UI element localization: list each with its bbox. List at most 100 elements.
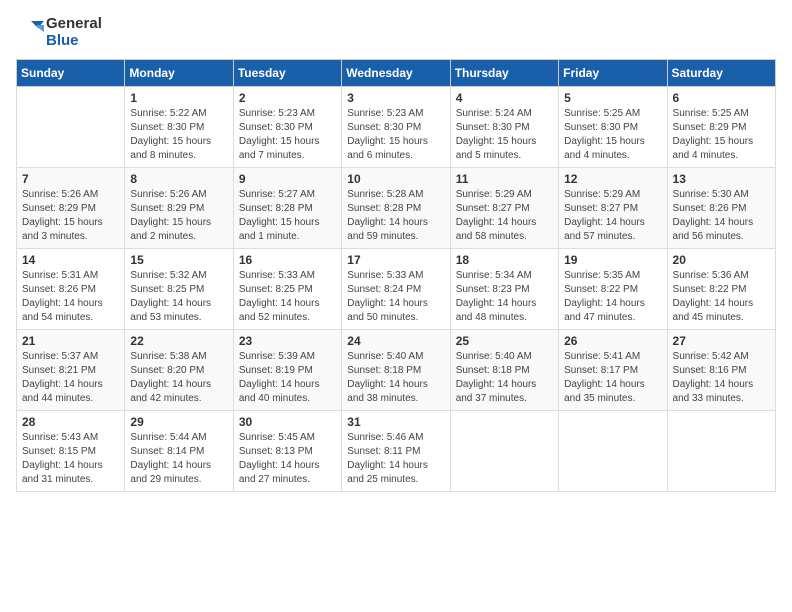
header-day-wednesday: Wednesday [342, 60, 450, 87]
day-info: Sunrise: 5:30 AM Sunset: 8:26 PM Dayligh… [673, 188, 770, 244]
calendar-cell: 18Sunrise: 5:34 AM Sunset: 8:23 PM Dayli… [450, 249, 558, 330]
day-info: Sunrise: 5:23 AM Sunset: 8:30 PM Dayligh… [347, 107, 444, 163]
day-info: Sunrise: 5:44 AM Sunset: 8:14 PM Dayligh… [130, 431, 227, 487]
day-number: 18 [456, 253, 553, 267]
logo-text-block: GeneralBlue [46, 16, 102, 49]
calendar-cell: 15 Sunrise: 5:32 AM Sunset: 8:25 PM Dayli… [125, 249, 233, 330]
day-info: Sunrise: 5:40 AM Sunset: 8:18 PM Dayligh… [347, 350, 444, 406]
calendar-cell: 3 Sunrise: 5:23 AM Sunset: 8:30 PM Daylig… [342, 87, 450, 168]
day-info: Sunrise: 5:39 AM Sunset: 8:19 PM Dayligh… [239, 350, 336, 406]
day-info: Sunrise: 5:38 AM Sunset: 8:20 PM Dayligh… [130, 350, 227, 406]
day-info: Sunrise: 5:40 AM Sunset: 8:18 PM Dayligh… [456, 350, 553, 406]
day-info: Sunrise: 5:28 AM Sunset: 8:28 PM Dayligh… [347, 188, 444, 244]
calendar-body: 1 Sunrise: 5:22 AM Sunset: 8:30 PM Daylig… [17, 87, 776, 492]
header-day-tuesday: Tuesday [233, 60, 341, 87]
day-number: 31 [347, 415, 444, 429]
day-number: 19 [564, 253, 661, 267]
day-number: 7 [22, 172, 119, 186]
calendar-cell: 24 Sunrise: 5:40 AM Sunset: 8:18 PM Dayli… [342, 330, 450, 411]
calendar-cell: 22 Sunrise: 5:38 AM Sunset: 8:20 PM Dayli… [125, 330, 233, 411]
day-info: Sunrise: 5:31 AM Sunset: 8:26 PM Dayligh… [22, 269, 119, 325]
calendar-cell: 31 Sunrise: 5:46 AM Sunset: 8:11 PM Dayli… [342, 411, 450, 492]
calendar-cell: 7 Sunrise: 5:26 AM Sunset: 8:29 PM Daylig… [17, 168, 125, 249]
calendar-table: SundayMondayTuesdayWednesdayThursdayFrid… [16, 59, 776, 492]
day-number: 8 [130, 172, 227, 186]
day-number: 23 [239, 334, 336, 348]
logo: GeneralBlue [16, 16, 102, 49]
day-number: 21 [22, 334, 119, 348]
day-info: Sunrise: 5:45 AM Sunset: 8:13 PM Dayligh… [239, 431, 336, 487]
day-info: Sunrise: 5:25 AM Sunset: 8:30 PM Dayligh… [564, 107, 661, 163]
header-day-monday: Monday [125, 60, 233, 87]
day-number: 29 [130, 415, 227, 429]
day-number: 22 [130, 334, 227, 348]
calendar-week-row: 1 Sunrise: 5:22 AM Sunset: 8:30 PM Daylig… [17, 87, 776, 168]
calendar-week-row: 28 Sunrise: 5:43 AM Sunset: 8:15 PM Dayli… [17, 411, 776, 492]
day-info: Sunrise: 5:42 AM Sunset: 8:16 PM Dayligh… [673, 350, 770, 406]
header-day-saturday: Saturday [667, 60, 775, 87]
day-number: 15 [130, 253, 227, 267]
day-info: Sunrise: 5:27 AM Sunset: 8:28 PM Dayligh… [239, 188, 336, 244]
calendar-cell: 5 Sunrise: 5:25 AM Sunset: 8:30 PM Daylig… [559, 87, 667, 168]
day-number: 4 [456, 91, 553, 105]
calendar-cell: 16Sunrise: 5:33 AM Sunset: 8:25 PM Dayli… [233, 249, 341, 330]
day-number: 3 [347, 91, 444, 105]
calendar-cell [559, 411, 667, 492]
day-number: 5 [564, 91, 661, 105]
day-info: Sunrise: 5:23 AM Sunset: 8:30 PM Dayligh… [239, 107, 336, 163]
day-number: 24 [347, 334, 444, 348]
day-info: Sunrise: 5:29 AM Sunset: 8:27 PM Dayligh… [564, 188, 661, 244]
day-number: 20 [673, 253, 770, 267]
day-number: 27 [673, 334, 770, 348]
day-number: 14 [22, 253, 119, 267]
calendar-cell: 8 Sunrise: 5:26 AM Sunset: 8:29 PM Daylig… [125, 168, 233, 249]
calendar-cell [17, 87, 125, 168]
calendar-cell: 2Sunrise: 5:23 AM Sunset: 8:30 PM Daylig… [233, 87, 341, 168]
calendar-cell: 23 Sunrise: 5:39 AM Sunset: 8:19 PM Dayli… [233, 330, 341, 411]
header-area: GeneralBlue [16, 16, 776, 49]
calendar-cell: 9 Sunrise: 5:27 AM Sunset: 8:28 PM Daylig… [233, 168, 341, 249]
day-number: 11 [456, 172, 553, 186]
logo-general-label: General [46, 16, 102, 33]
day-info: Sunrise: 5:41 AM Sunset: 8:17 PM Dayligh… [564, 350, 661, 406]
day-info: Sunrise: 5:36 AM Sunset: 8:22 PM Dayligh… [673, 269, 770, 325]
calendar-week-row: 7 Sunrise: 5:26 AM Sunset: 8:29 PM Daylig… [17, 168, 776, 249]
day-info: Sunrise: 5:37 AM Sunset: 8:21 PM Dayligh… [22, 350, 119, 406]
day-info: Sunrise: 5:43 AM Sunset: 8:15 PM Dayligh… [22, 431, 119, 487]
day-number: 1 [130, 91, 227, 105]
day-info: Sunrise: 5:25 AM Sunset: 8:29 PM Dayligh… [673, 107, 770, 163]
day-number: 17 [347, 253, 444, 267]
day-number: 6 [673, 91, 770, 105]
calendar-cell: 25Sunrise: 5:40 AM Sunset: 8:18 PM Dayli… [450, 330, 558, 411]
calendar-cell: 11 Sunrise: 5:29 AM Sunset: 8:27 PM Dayli… [450, 168, 558, 249]
calendar-cell: 14 Sunrise: 5:31 AM Sunset: 8:26 PM Dayli… [17, 249, 125, 330]
day-info: Sunrise: 5:26 AM Sunset: 8:29 PM Dayligh… [130, 188, 227, 244]
day-number: 28 [22, 415, 119, 429]
calendar-cell: 19Sunrise: 5:35 AM Sunset: 8:22 PM Dayli… [559, 249, 667, 330]
day-number: 10 [347, 172, 444, 186]
day-number: 30 [239, 415, 336, 429]
calendar-cell [450, 411, 558, 492]
calendar-cell: 27 Sunrise: 5:42 AM Sunset: 8:16 PM Dayli… [667, 330, 775, 411]
calendar-cell [667, 411, 775, 492]
calendar-cell: 17Sunrise: 5:33 AM Sunset: 8:24 PM Dayli… [342, 249, 450, 330]
calendar-cell: 29 Sunrise: 5:44 AM Sunset: 8:14 PM Dayli… [125, 411, 233, 492]
calendar-cell: 21 Sunrise: 5:37 AM Sunset: 8:21 PM Dayli… [17, 330, 125, 411]
header-day-sunday: Sunday [17, 60, 125, 87]
day-info: Sunrise: 5:26 AM Sunset: 8:29 PM Dayligh… [22, 188, 119, 244]
calendar-cell: 30 Sunrise: 5:45 AM Sunset: 8:13 PM Dayli… [233, 411, 341, 492]
day-info: Sunrise: 5:24 AM Sunset: 8:30 PM Dayligh… [456, 107, 553, 163]
logo-container: GeneralBlue [16, 16, 102, 49]
header-day-friday: Friday [559, 60, 667, 87]
calendar-header-row: SundayMondayTuesdayWednesdayThursdayFrid… [17, 60, 776, 87]
day-number: 9 [239, 172, 336, 186]
calendar-week-row: 14 Sunrise: 5:31 AM Sunset: 8:26 PM Dayli… [17, 249, 776, 330]
calendar-cell: 4 Sunrise: 5:24 AM Sunset: 8:30 PM Daylig… [450, 87, 558, 168]
logo-blue-label: Blue [46, 33, 102, 50]
day-info: Sunrise: 5:22 AM Sunset: 8:30 PM Dayligh… [130, 107, 227, 163]
calendar-cell: 10 Sunrise: 5:28 AM Sunset: 8:28 PM Dayli… [342, 168, 450, 249]
day-info: Sunrise: 5:29 AM Sunset: 8:27 PM Dayligh… [456, 188, 553, 244]
day-info: Sunrise: 5:46 AM Sunset: 8:11 PM Dayligh… [347, 431, 444, 487]
header-day-thursday: Thursday [450, 60, 558, 87]
day-info: Sunrise: 5:32 AM Sunset: 8:25 PM Dayligh… [130, 269, 227, 325]
